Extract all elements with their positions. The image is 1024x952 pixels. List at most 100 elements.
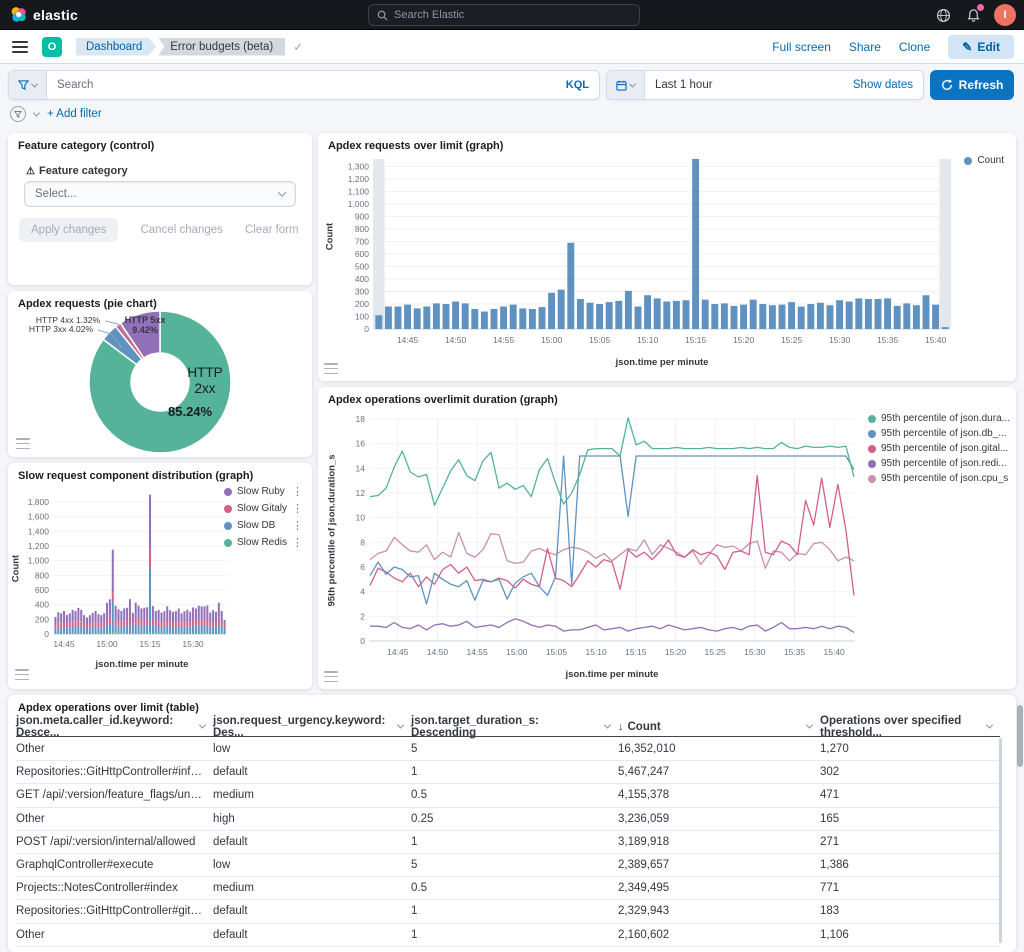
feature-category-select[interactable]: Select...: [24, 181, 296, 207]
elastic-logo-icon: [10, 6, 27, 23]
legend-item[interactable]: Slow DB⋮: [224, 519, 303, 532]
show-dates-button[interactable]: Show dates: [853, 79, 923, 91]
table-row[interactable]: GraphqlController#executelow52,389,6571,…: [16, 854, 1000, 877]
kql-selector[interactable]: KQL: [566, 79, 599, 91]
saved-query-menu-button[interactable]: [9, 71, 47, 99]
clone-button[interactable]: Clone: [899, 40, 930, 54]
table-cell: 2,349,495: [618, 882, 820, 894]
svg-text:1,000: 1,000: [348, 199, 370, 209]
panel-options-icon[interactable]: [324, 363, 338, 374]
legend-menu-icon[interactable]: ⋮: [292, 519, 303, 532]
legend-item[interactable]: Slow Ruby⋮: [224, 485, 303, 498]
svg-text:0: 0: [360, 636, 365, 646]
table-cell: Repositories::GitHttpController#git_upl.…: [16, 905, 213, 917]
pencil-icon: ✎: [962, 40, 972, 54]
chevron-down-icon[interactable]: [397, 722, 404, 729]
table-header: json.meta.caller_id.keyword: Desce... jso…: [16, 717, 1000, 737]
chevron-down-icon[interactable]: [986, 722, 993, 729]
table-column-header[interactable]: json.meta.caller_id.keyword: Desce...: [16, 717, 213, 736]
svg-text:15:05: 15:05: [589, 335, 611, 345]
legend-item[interactable]: 95th percentile of json.redi...: [868, 458, 1010, 469]
global-search-input[interactable]: Search Elastic: [368, 4, 640, 26]
table-scrollbar[interactable]: [999, 738, 1002, 943]
legend-label: Slow Gitaly: [237, 503, 287, 514]
legend-menu-icon[interactable]: ⋮: [292, 485, 303, 498]
clear-form-button[interactable]: Clear form: [245, 224, 299, 236]
table-row[interactable]: GET /api/:version/feature_flags/unleash.…: [16, 784, 1000, 807]
bar-chart[interactable]: 01002003004005006007008009001,0001,1001,…: [322, 151, 1012, 363]
refresh-icon: [941, 79, 953, 91]
table-row[interactable]: Projects::NotesController#indexmedium0.5…: [16, 877, 1000, 900]
svg-text:15:10: 15:10: [585, 647, 607, 657]
table-row[interactable]: Otherlow516,352,0101,270: [16, 738, 1000, 761]
legend-menu-icon[interactable]: ⋮: [292, 536, 303, 549]
filter-menu-icon[interactable]: [10, 106, 26, 122]
table-column-header[interactable]: json.target_duration_s: Descending: [411, 717, 618, 736]
table-cell: GraphqlController#execute: [16, 859, 213, 871]
time-range-value[interactable]: Last 1 hour: [645, 79, 853, 91]
date-quick-menu-button[interactable]: [607, 71, 645, 99]
line-chart[interactable]: 02468101214161814:4514:5014:5515:0015:05…: [318, 403, 878, 675]
add-filter-button[interactable]: + Add filter: [47, 108, 102, 120]
svg-text:1,000: 1,000: [28, 556, 50, 566]
edit-button[interactable]: ✎Edit: [948, 35, 1014, 59]
table-column-header[interactable]: ↓Count: [618, 717, 820, 736]
table-column-header[interactable]: Operations over specified threshold...: [820, 717, 1000, 736]
legend-item[interactable]: 95th percentile of json.cpu_s: [868, 473, 1010, 484]
legend-item[interactable]: Slow Redis⋮: [224, 536, 303, 549]
user-avatar[interactable]: I: [994, 4, 1016, 26]
table-cell: Projects::NotesController#index: [16, 882, 213, 894]
space-badge[interactable]: O: [42, 37, 62, 57]
chevron-down-icon[interactable]: [33, 109, 40, 116]
table-cell: default: [213, 929, 411, 941]
svg-text:14: 14: [356, 463, 366, 473]
cancel-changes-button[interactable]: Cancel changes: [140, 224, 222, 236]
table-cell: default: [213, 836, 411, 848]
table-column-header[interactable]: json.request_urgency.keyword: Des...: [213, 717, 411, 736]
legend-item[interactable]: Count: [964, 155, 1004, 166]
svg-text:8: 8: [360, 537, 365, 547]
x-axis-label: json.time per minute: [370, 669, 854, 680]
panel-options-icon[interactable]: [15, 669, 29, 680]
column-header-label: json.meta.caller_id.keyword: Desce...: [16, 715, 196, 739]
svg-text:0: 0: [364, 324, 369, 334]
table-row[interactable]: Repositories::GitHttpController#info_ref…: [16, 761, 1000, 784]
menu-icon[interactable]: [12, 41, 28, 53]
svg-text:15:35: 15:35: [784, 647, 806, 657]
breadcrumb-dashboard[interactable]: Dashboard: [76, 38, 156, 56]
legend-item[interactable]: 95th percentile of json.db_...: [868, 428, 1010, 439]
chevron-down-icon: [31, 80, 38, 87]
legend-item[interactable]: 95th percentile of json.gital...: [868, 443, 1010, 454]
panel-feature-category-control: Feature category (control) ⚠ Feature cat…: [8, 133, 312, 285]
elastic-logo[interactable]: elastic: [0, 6, 78, 23]
table-cell: 4,155,378: [618, 789, 820, 801]
chevron-down-icon[interactable]: [806, 722, 813, 729]
notifications-bell-icon[interactable]: [964, 6, 982, 24]
page-scrollbar[interactable]: [1017, 705, 1023, 767]
panel-options-icon[interactable]: [16, 438, 30, 449]
legend-item[interactable]: 95th percentile of json.dura...: [868, 413, 1010, 424]
legend-item[interactable]: Slow Gitaly ⋮: [224, 502, 303, 515]
panel-apdex-requests-over-limit: Apdex requests over limit (graph) 010020…: [318, 133, 1016, 381]
filter-row: + Add filter: [10, 106, 102, 122]
apply-changes-button[interactable]: Apply changes: [19, 218, 118, 242]
query-bar: Search KQL Last 1 hour Show dates Refre: [0, 70, 1024, 100]
table-row[interactable]: Otherhigh0.253,236,059165: [16, 808, 1000, 831]
x-axis-label: json.time per minute: [54, 659, 230, 670]
chevron-down-icon[interactable]: [199, 722, 206, 729]
table-cell: high: [213, 813, 411, 825]
help-icon[interactable]: [934, 6, 952, 24]
share-button[interactable]: Share: [849, 40, 881, 54]
table-cell: 5,467,247: [618, 766, 820, 778]
svg-text:1,600: 1,600: [28, 512, 50, 522]
table-row[interactable]: Repositories::GitHttpController#git_upl.…: [16, 900, 1000, 923]
panel-options-icon[interactable]: [324, 671, 338, 682]
table-cell: GET /api/:version/feature_flags/unleash.…: [16, 789, 213, 801]
table-row[interactable]: Otherdefault12,160,6021,106: [16, 924, 1000, 947]
search-input[interactable]: Search: [47, 79, 566, 91]
full-screen-button[interactable]: Full screen: [772, 40, 831, 54]
chevron-down-icon[interactable]: [604, 722, 611, 729]
table-row[interactable]: POST /api/:version/internal/alloweddefau…: [16, 831, 1000, 854]
refresh-button[interactable]: Refresh: [930, 70, 1014, 100]
legend-menu-icon[interactable]: ⋮: [292, 502, 303, 515]
